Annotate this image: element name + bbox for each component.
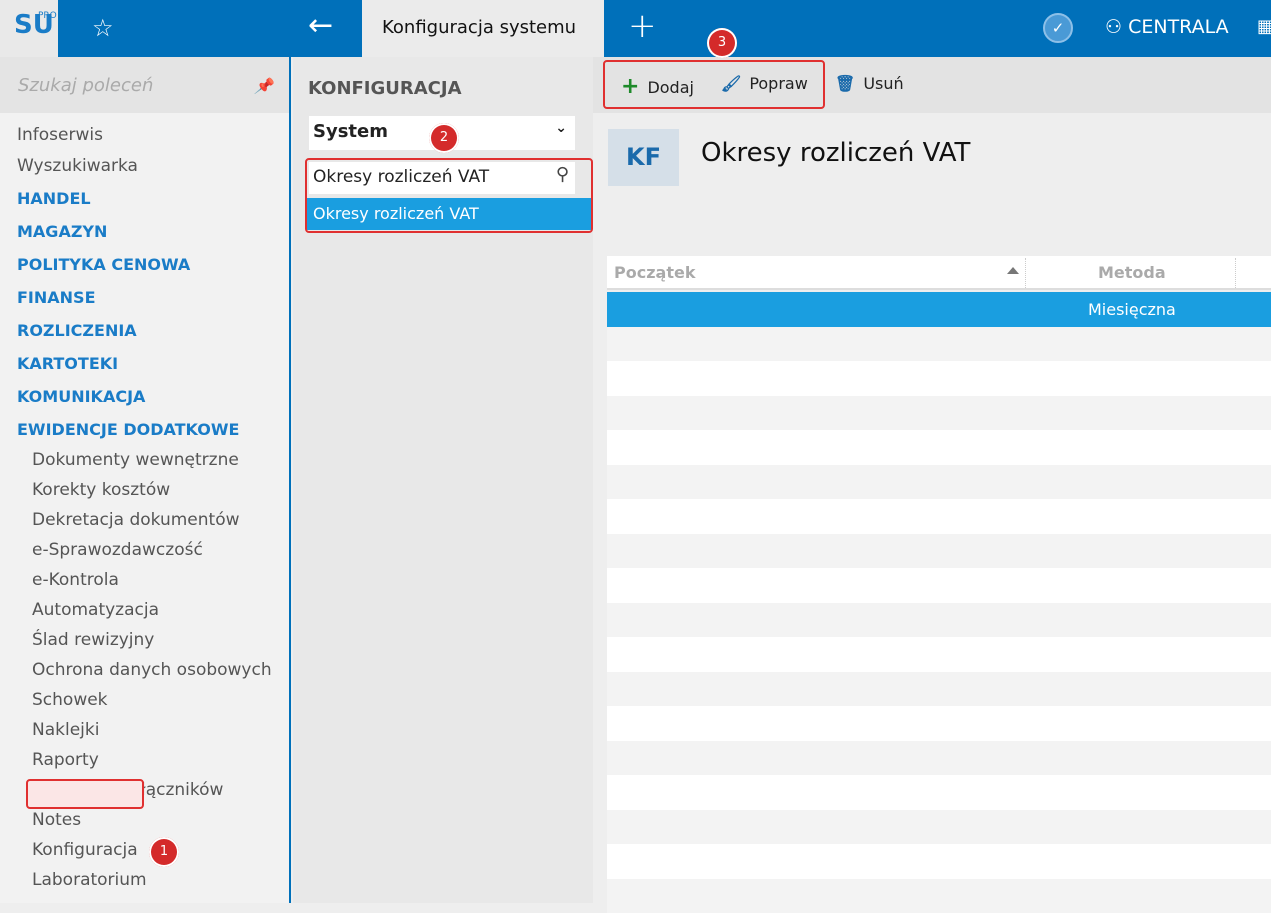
config-list-item-selected[interactable]: Okresy rozliczeń VAT — [307, 198, 591, 230]
filter-value: Okresy rozliczeń VAT — [313, 167, 489, 187]
konfiguracja-highlight — [26, 779, 144, 809]
table-row[interactable] — [607, 844, 1271, 879]
sidebar-section[interactable]: KARTOTEKI — [17, 354, 118, 373]
search-icon[interactable]: ⚲ — [556, 164, 569, 185]
back-arrow-icon[interactable]: ← — [308, 8, 333, 43]
table-row[interactable] — [607, 396, 1271, 431]
sidebar-subitem[interactable]: Automatyzacja — [32, 600, 159, 620]
config-panel: KONFIGURACJA System ⌄ Okresy rozliczeń VA… — [293, 57, 593, 903]
toolbar: + Dodaj 🖌 Popraw 🗑 Usuń — [593, 57, 1271, 113]
sidebar-subitem[interactable]: Konfiguracja — [32, 840, 138, 860]
table-row[interactable] — [607, 603, 1271, 638]
sidebar-section[interactable]: FINANSE — [17, 288, 96, 307]
sidebar-section[interactable]: KOMUNIKACJA — [17, 387, 145, 406]
column-header-poczatek[interactable]: Początek — [614, 263, 695, 282]
sidebar: Szukaj poleceń 📌 Infoserwis Wyszukiwarka HA… — [0, 57, 291, 903]
new-tab-plus-icon[interactable]: + — [628, 6, 657, 46]
search-placeholder: Szukaj poleceń — [18, 75, 153, 96]
sidebar-subitem[interactable]: Naklejki — [32, 720, 99, 740]
sidebar-section[interactable]: EWIDENCJE DODATKOWE — [17, 420, 239, 439]
sidebar-subitem[interactable]: Dekretacja dokumentów — [32, 510, 240, 530]
table-row[interactable] — [607, 810, 1271, 845]
table-row[interactable]: Miesięczna — [607, 292, 1271, 327]
company-selector[interactable]: ⚇ CENTRALA — [1105, 16, 1229, 38]
org-tree-icon: ⚇ — [1105, 16, 1128, 38]
step-badge-2: 2 — [429, 123, 459, 153]
dropdown-value: System — [313, 121, 388, 142]
table-row[interactable] — [607, 775, 1271, 810]
sidebar-subitem[interactable]: e-Kontrola — [32, 570, 119, 590]
sidebar-item[interactable]: Infoserwis — [17, 125, 103, 145]
delete-button[interactable]: 🗑 Usuń — [835, 74, 904, 93]
column-header-metoda[interactable]: Metoda — [1098, 263, 1166, 282]
config-filter-input[interactable]: Okresy rozliczeń VAT ⚲ — [309, 162, 575, 194]
sidebar-section[interactable]: POLITYKA CENOWA — [17, 255, 190, 274]
sidebar-section[interactable]: HANDEL — [17, 189, 91, 208]
step-badge-1: 1 — [149, 837, 179, 867]
sidebar-subitem[interactable]: Ochrona danych osobowych — [32, 660, 272, 680]
tab-konfiguracja-systemu[interactable]: Konfiguracja systemu — [362, 0, 604, 57]
company-name: CENTRALA — [1128, 16, 1229, 38]
table-row[interactable] — [607, 637, 1271, 672]
sidebar-subitem[interactable]: Korekty kosztów — [32, 480, 170, 500]
favorites-star-icon[interactable]: ☆ — [92, 14, 114, 42]
delete-label: Usuń — [863, 74, 903, 93]
table-row[interactable] — [607, 430, 1271, 465]
chevron-down-icon: ⌄ — [555, 120, 567, 136]
table-row[interactable] — [607, 361, 1271, 396]
table-row[interactable] — [607, 706, 1271, 741]
logo-sup: PRO — [38, 11, 57, 21]
sidebar-subitem[interactable]: Raporty — [32, 750, 99, 770]
pin-icon[interactable]: 📌 — [254, 77, 273, 95]
sort-ascending-icon[interactable] — [1007, 267, 1019, 274]
step-badge-3: 3 — [707, 28, 737, 58]
sidebar-subitem[interactable]: Ślad rewizyjny — [32, 630, 154, 650]
trash-icon: 🗑 — [835, 74, 855, 93]
table-row[interactable] — [607, 741, 1271, 776]
edit-label: Popraw — [749, 74, 808, 93]
cell-metoda: Miesięczna — [1088, 300, 1176, 319]
sidebar-subitem[interactable]: Schowek — [32, 690, 108, 710]
table-row[interactable] — [607, 327, 1271, 362]
command-search-input[interactable]: Szukaj poleceń 📌 — [0, 57, 289, 113]
table-header: Początek Metoda — [607, 256, 1271, 290]
sidebar-item[interactable]: Wyszukiwarka — [17, 156, 138, 176]
table-row[interactable] — [607, 534, 1271, 569]
add-button[interactable]: + Dodaj — [621, 74, 694, 99]
plus-icon: + — [621, 74, 639, 99]
panel-title: KONFIGURACJA — [308, 78, 462, 99]
check-circle-icon[interactable]: ✓ — [1043, 13, 1073, 43]
add-label: Dodaj — [647, 78, 694, 97]
app-logo[interactable]: SUPRO — [0, 0, 58, 57]
brush-icon: 🖌 — [721, 74, 741, 93]
module-avatar: KF — [608, 129, 679, 186]
table-row[interactable] — [607, 879, 1271, 913]
table-row[interactable] — [607, 465, 1271, 500]
sidebar-section[interactable]: ROZLICZENIA — [17, 321, 137, 340]
table-row[interactable] — [607, 568, 1271, 603]
page-title: Okresy rozliczeń VAT — [701, 138, 970, 168]
sidebar-subitem[interactable]: Dokumenty wewnętrzne — [32, 450, 239, 470]
table-body: Miesięczna — [607, 292, 1271, 913]
edit-button[interactable]: 🖌 Popraw — [721, 74, 808, 93]
table-row[interactable] — [607, 499, 1271, 534]
sidebar-subitem[interactable]: Laboratorium — [32, 870, 147, 890]
building-icon[interactable]: ▦ — [1257, 16, 1271, 37]
sidebar-subitem[interactable]: e-Sprawozdawczość — [32, 540, 203, 560]
column-separator[interactable] — [1235, 258, 1236, 288]
sidebar-section[interactable]: MAGAZYN — [17, 222, 107, 241]
column-separator[interactable] — [1025, 258, 1026, 288]
sidebar-subitem[interactable]: Notes — [32, 810, 81, 830]
table-row[interactable] — [607, 672, 1271, 707]
